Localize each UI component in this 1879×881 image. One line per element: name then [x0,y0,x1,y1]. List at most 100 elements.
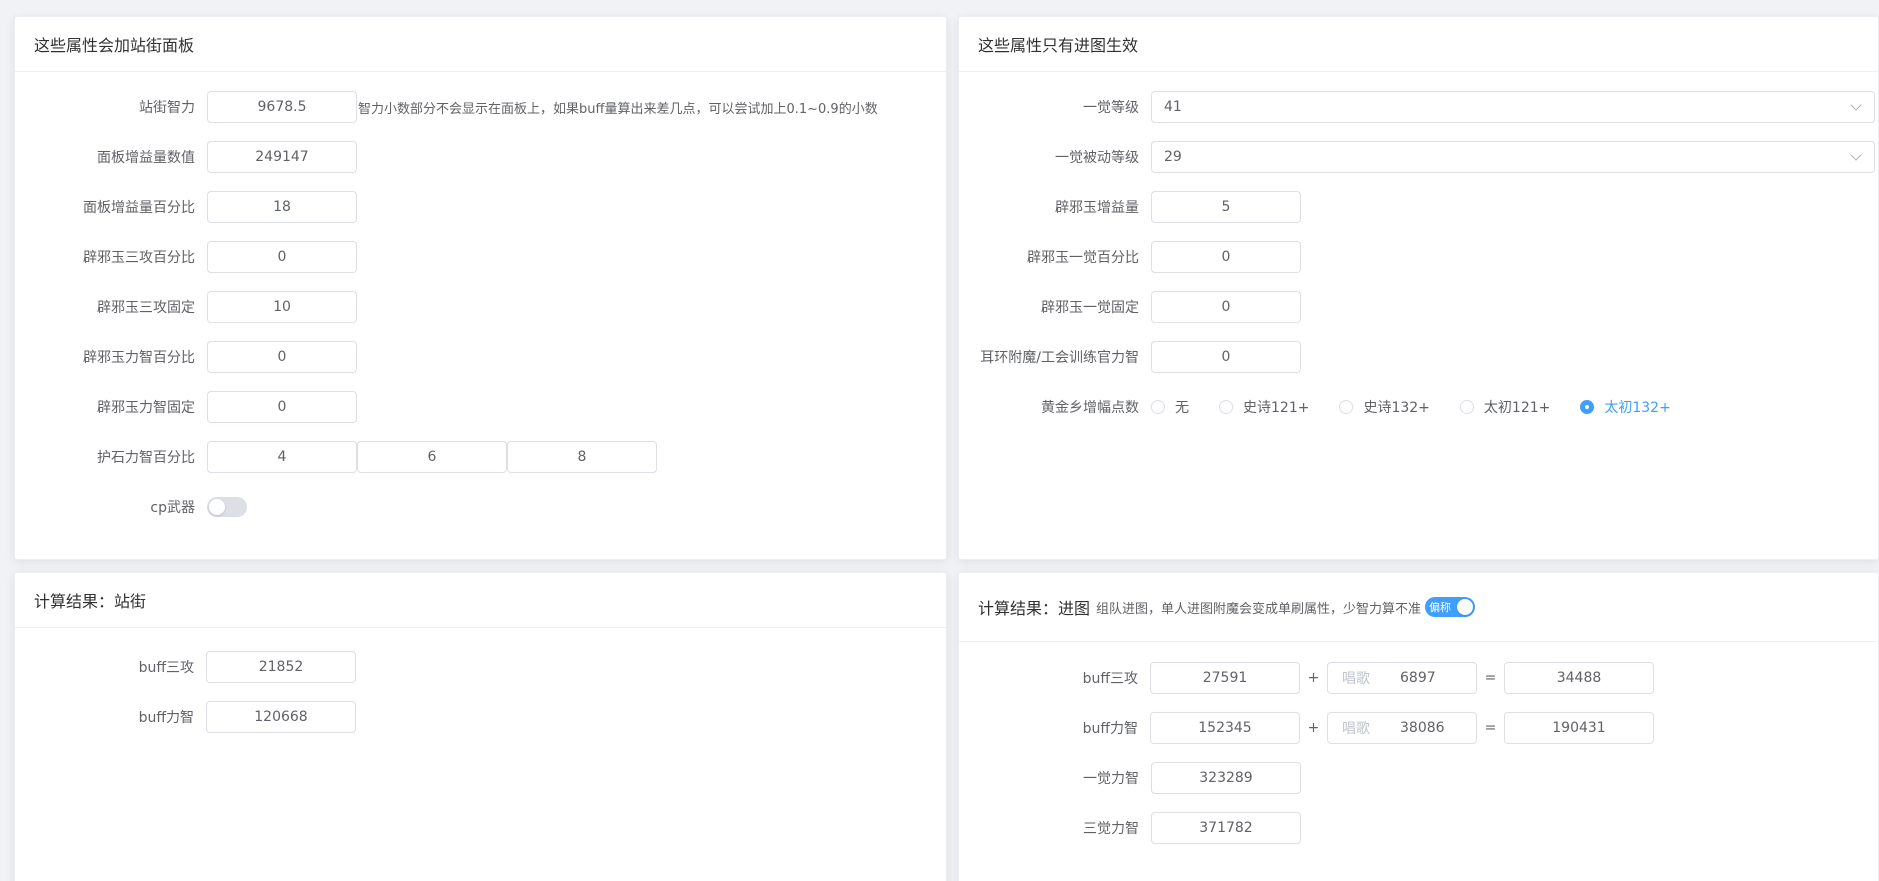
jade-awake-percent-input[interactable]: 0 [1151,241,1301,273]
bias-toggle-switch[interactable]: 偏称 [1425,597,1476,617]
jade-stat-fixed-input[interactable]: 0 [207,391,357,423]
jade-stat-percent-input[interactable]: 0 [207,341,357,373]
dungeon-buff-attack-song-input[interactable]: 唱歌 6897 [1327,662,1477,694]
radio-label: 史诗132+ [1363,400,1430,416]
panel-result-dungeon: 计算结果：进图 组队进图，单人进图附魔会变成单刷属性，少智力算不准 偏称 buf… [958,572,1879,881]
radio-circle [1459,400,1474,414]
result-row-awake3-stat: 三觉力智 371782 [959,812,1301,844]
dungeon-buff-stat-total[interactable]: 190431 [1504,712,1654,744]
plus-sign: + [1307,670,1320,686]
panel-dungeon-stats-title: 这些属性只有进图生效 [959,17,1878,72]
field-row-panel-gain-value: 面板增益量数值 249147 [15,141,357,173]
dungeon-buff-attack-base[interactable]: 27591 [1150,662,1300,694]
equals-sign: = [1484,670,1497,686]
cp-weapon-switch[interactable] [207,497,247,517]
jade-gain-input[interactable]: 5 [1151,191,1301,223]
chevron-down-icon [1850,99,1862,111]
field-label: 面板增益量数值 [97,150,195,166]
radio-circle [1219,400,1233,414]
awake-level-select[interactable]: 41 [1151,91,1875,123]
panel-gain-percent-input[interactable]: 18 [207,191,357,223]
field-row-jade-stat-fixed: 辟邪玉力智固定 0 [15,391,357,423]
radio-label: 太初121+ [1483,400,1551,416]
song-value: 6897 [1400,670,1436,686]
result-row-buff-stat: buff力智 120668 [15,701,356,733]
switch-knob [209,499,225,515]
dungeon-buff-stat-base[interactable]: 152345 [1150,712,1300,744]
field-row-jade-awake-percent: 辟邪玉一觉百分比 0 [959,241,1301,273]
field-row-jade-attack-percent: 辟邪玉三攻百分比 0 [15,241,357,273]
field-label: 一觉力智 [1083,771,1139,787]
result-row-awake1-stat: 一觉力智 323289 [959,762,1301,794]
bias-toggle-label: 偏称 [1429,601,1452,614]
field-label: 辟邪玉力智百分比 [83,350,195,366]
field-label: 耳环附魔/工会训练官力智 [980,350,1139,366]
awake-level-value: 41 [1164,99,1182,115]
field-label: 辟邪玉三攻百分比 [83,250,195,266]
panel-result-dungeon-note: 组队进图，单人进图附魔会变成单刷属性，少智力算不准 [1096,601,1422,617]
switch-knob [1457,599,1474,615]
stone-stat-percent-input-2[interactable]: 6 [357,441,507,473]
panel-result-dungeon-header: 计算结果：进图 组队进图，单人进图附魔会变成单刷属性，少智力算不准 偏称 [959,573,1878,642]
awake3-stat-output[interactable]: 371782 [1151,812,1301,844]
radio-epic-132[interactable]: 史诗132+ [1339,397,1430,417]
sum-row-buff-attack: buff三攻 27591 + 唱歌 6897 = 34488 [959,662,1654,694]
dungeon-buff-stat-song-input[interactable]: 唱歌 38086 [1327,712,1477,744]
radio-label: 太初132+ [1604,400,1671,416]
panel-street-stats: 这些属性会加站街面板 站街智力 9678.5 智力小数部分不会显示在面板上，如果… [14,16,947,560]
field-row-jade-gain: 辟邪玉增益量 5 [959,191,1301,223]
street-buff-attack-output[interactable]: 21852 [206,651,356,683]
equals-sign: = [1484,720,1497,736]
field-label: buff力智 [1082,721,1138,737]
gold-village-radio-group: 无 史诗121+ 史诗132+ 太初121+ 太初132+ [1151,397,1701,417]
field-label: buff力智 [138,710,194,726]
awake-passive-level-select[interactable]: 29 [1151,141,1875,173]
sum-row-buff-stat: buff力智 152345 + 唱歌 38086 = 190431 [959,712,1654,744]
stone-stat-percent-input-3[interactable]: 8 [507,441,657,473]
field-row-jade-attack-fixed: 辟邪玉三攻固定 10 [15,291,357,323]
radio-circle [1151,400,1165,414]
field-label: 辟邪玉三攻固定 [97,300,195,316]
jade-awake-fixed-input[interactable]: 0 [1151,291,1301,323]
field-row-jade-awake-fixed: 辟邪玉一觉固定 0 [959,291,1301,323]
field-label: 护石力智百分比 [97,450,195,466]
field-row-panel-gain-percent: 面板增益量百分比 18 [15,191,357,223]
field-label: 辟邪玉增益量 [1055,200,1139,216]
radio-none[interactable]: 无 [1151,397,1189,417]
field-row-cp-weapon: cp武器 [15,491,247,523]
field-label: 辟邪玉力智固定 [97,400,195,416]
radio-circle [1580,400,1595,414]
dungeon-buff-attack-total[interactable]: 34488 [1504,662,1654,694]
field-label: 一觉等级 [1083,100,1139,116]
field-row-stone-stat-percent: 护石力智百分比 4 6 8 [15,441,657,473]
awake-passive-level-value: 29 [1164,149,1182,165]
street-buff-stat-output[interactable]: 120668 [206,701,356,733]
radio-label: 无 [1175,400,1189,416]
radio-primeval-132[interactable]: 太初132+ [1580,397,1671,417]
earring-enchant-input[interactable]: 0 [1151,341,1301,373]
panel-dungeon-stats: 这些属性只有进图生效 一觉等级 41 一觉被动等级 29 辟邪玉增益量 5 辟邪… [958,16,1879,560]
field-label: 站街智力 [139,100,195,116]
street-int-input[interactable]: 9678.5 [207,91,357,123]
jade-attack-fixed-input[interactable]: 10 [207,291,357,323]
awake1-stat-output[interactable]: 323289 [1151,762,1301,794]
field-label: 辟邪玉一觉百分比 [1027,250,1139,266]
panel-result-street-title: 计算结果：站街 [15,573,946,628]
radio-primeval-121[interactable]: 太初121+ [1459,397,1551,417]
radio-circle [1339,400,1354,414]
field-row-awake-passive-level: 一觉被动等级 29 [959,141,1875,173]
radio-epic-121[interactable]: 史诗121+ [1219,397,1309,417]
field-row-awake-level: 一觉等级 41 [959,91,1875,123]
field-label: 一觉被动等级 [1055,150,1139,166]
street-int-hint: 智力小数部分不会显示在面板上，如果buff量算出来差几点，可以尝试加上0.1~0… [358,101,878,117]
result-row-buff-attack: buff三攻 21852 [15,651,356,683]
page: 这些属性会加站街面板 站街智力 9678.5 智力小数部分不会显示在面板上，如果… [0,0,1879,881]
panel-gain-value-input[interactable]: 249147 [207,141,357,173]
song-prefix: 唱歌 [1342,721,1370,737]
field-row-street-int: 站街智力 9678.5 智力小数部分不会显示在面板上，如果buff量算出来差几点… [15,91,878,123]
radio-label: 史诗121+ [1243,400,1310,416]
panel-result-dungeon-title: 计算结果：进图 [978,599,1091,618]
stone-stat-percent-input-1[interactable]: 4 [207,441,357,473]
jade-attack-percent-input[interactable]: 0 [207,241,357,273]
plus-sign: + [1307,720,1320,736]
